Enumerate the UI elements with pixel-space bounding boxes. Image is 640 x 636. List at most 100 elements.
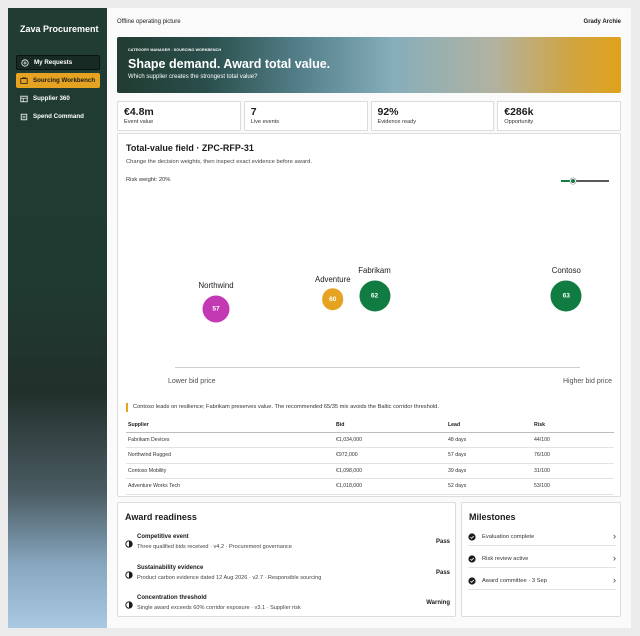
app-window: Zava Procurement My Requests Sourcing Wo…: [8, 8, 631, 628]
field-description: Change the decision weights, then inspec…: [126, 159, 312, 165]
supplier-icon: [20, 95, 28, 103]
sidebar-item-label: Sourcing Workbench: [33, 77, 96, 84]
x-axis-label-left: Lower bid price: [168, 378, 216, 385]
kpi-value: 7: [250, 106, 257, 118]
workbench-icon: [20, 76, 28, 85]
main-content: Offline operating picture Grady Archie C…: [107, 8, 631, 628]
bubble-label-fabrikam: Fabrikam: [358, 266, 391, 276]
x-axis-line: [175, 367, 580, 368]
readiness-item[interactable]: Sustainability evidence Product carbon e…: [125, 564, 450, 588]
bubble-contoso[interactable]: 63: [550, 280, 582, 312]
readiness-item-detail: Product carbon evidence dated 12 Aug 202…: [137, 575, 322, 581]
milestone-item[interactable]: Evaluation complete ›: [468, 529, 616, 546]
bubble-label-contoso: Contoso: [551, 266, 581, 276]
cell-supplier: Fabrikam Devices: [126, 432, 334, 448]
cell-risk: 31/100: [532, 463, 614, 479]
readiness-item-title: Concentration threshold: [137, 595, 207, 601]
kpi-label: Live events: [250, 119, 280, 125]
milestones-card: Milestones Evaluation complete › Risk re…: [461, 502, 621, 617]
chevron-right-icon: ›: [613, 553, 616, 563]
cell-lead: 52 days: [446, 478, 532, 495]
cell-lead: 48 days: [446, 432, 532, 448]
cell-risk: 53/100: [532, 478, 614, 495]
readiness-item-status: Warning: [426, 600, 450, 606]
award-readiness-card: Award readiness Competitive event Three …: [117, 502, 456, 617]
insight-callout: Contoso leads on resilience; Fabrikam pr…: [126, 403, 439, 412]
kpi-event-value: €4.8m Event value: [117, 101, 241, 131]
spend-icon: [20, 113, 28, 121]
hero-kicker: CATEGORY MANAGER · SOURCING WORKBENCH: [128, 48, 222, 52]
sidebar-item-spend-command[interactable]: Spend Command: [16, 109, 100, 124]
readiness-item-detail: Single award exceeds 60% corridor exposu…: [137, 605, 301, 611]
bubble-label-adventure: Adventure: [315, 274, 351, 284]
milestone-label: Risk review active: [482, 556, 529, 562]
cell-supplier: Northwind Rugged: [126, 447, 334, 464]
readiness-item-status: Pass: [435, 539, 450, 545]
column-header: Lead: [446, 419, 532, 433]
top-bar: Offline operating picture Grady Archie: [117, 19, 621, 29]
milestone-label: Award committee · 3 Sep: [482, 578, 547, 584]
total-value-field-card: Total-value field · ZPC-RFP-31 Change th…: [117, 133, 621, 497]
bubble-label-northwind: Northwind: [198, 281, 234, 291]
brand-logo-text: Zava Procurement: [20, 24, 99, 34]
milestone-item[interactable]: Risk review active ›: [468, 551, 616, 568]
bubble-adventure[interactable]: 60: [322, 288, 344, 311]
warning-circle-icon: [125, 601, 133, 609]
kpi-evidence-ready: 92% Evidence ready: [370, 101, 495, 131]
milestone-label: Evaluation complete: [482, 534, 535, 540]
value-field-chart: Lower bid price Higher bid price 57 North…: [118, 194, 622, 394]
check-filled-icon: [468, 577, 476, 585]
hero-subtitle: Which supplier creates the strongest tot…: [128, 74, 258, 80]
risk-weight-label: Risk weight: 20%: [126, 177, 171, 183]
hero-title: Shape demand. Award total value.: [128, 57, 331, 71]
kpi-label: Evidence ready: [377, 119, 417, 125]
status-text: Offline operating picture: [117, 19, 181, 25]
check-circle-icon: [125, 571, 133, 579]
chevron-right-icon: ›: [613, 575, 616, 585]
cell-bid: €1,018,000: [334, 478, 446, 495]
column-header: Bid: [334, 419, 446, 433]
field-title: Total-value field · ZPC-RFP-31: [126, 143, 254, 153]
sidebar-item-label: My Requests: [34, 59, 73, 66]
kpi-value: €4.8m: [124, 106, 154, 118]
readiness-item-status: Pass: [435, 570, 450, 576]
slider-thumb[interactable]: [570, 178, 577, 184]
bubble-fabrikam[interactable]: 62: [358, 280, 391, 312]
kpi-value: 92%: [377, 106, 399, 118]
sidebar-item-label: Spend Command: [33, 113, 84, 120]
table-row[interactable]: Northwind Rugged €972,000 57 days 76/100: [126, 447, 614, 464]
risk-weight-slider[interactable]: [561, 178, 609, 184]
table-row[interactable]: Contoso Mobility €1,098,000 39 days 31/1…: [126, 463, 614, 479]
cell-risk: 76/100: [532, 447, 614, 464]
readiness-title: Award readiness: [125, 512, 197, 522]
user-name[interactable]: Grady Archie: [584, 19, 621, 25]
x-axis-label-right: Higher bid price: [562, 378, 612, 385]
sidebar-item-supplier-360[interactable]: Supplier 360: [16, 91, 100, 106]
kpi-label: Opportunity: [504, 119, 534, 125]
column-header: Supplier: [126, 419, 334, 433]
sidebar: Zava Procurement My Requests Sourcing Wo…: [8, 8, 107, 628]
readiness-item-title: Competitive event: [137, 534, 189, 540]
readiness-item-title: Sustainability evidence: [137, 565, 204, 571]
sidebar-item-my-requests[interactable]: My Requests: [16, 55, 100, 70]
check-filled-icon: [468, 555, 476, 563]
sidebar-item-label: Supplier 360: [33, 95, 70, 102]
table-row[interactable]: Adventure Works Tech €1,018,000 52 days …: [126, 478, 614, 495]
bubble-northwind[interactable]: 57: [202, 295, 230, 323]
kpi-row: €4.8m Event value 7 Live events 92% Evid…: [117, 101, 621, 131]
table-row[interactable]: Fabrikam Devices €1,034,000 48 days 44/1…: [126, 432, 614, 448]
chevron-right-icon: ›: [613, 531, 616, 541]
cell-supplier: Adventure Works Tech: [126, 478, 334, 495]
milestones-title: Milestones: [469, 512, 516, 522]
sidebar-item-sourcing-workbench[interactable]: Sourcing Workbench: [16, 73, 100, 88]
kpi-label: Event value: [124, 119, 154, 125]
cell-risk: 44/100: [532, 432, 614, 448]
kpi-live-events: 7 Live events: [243, 101, 368, 131]
milestone-item[interactable]: Award committee · 3 Sep ›: [468, 573, 616, 590]
cell-bid: €1,034,000: [334, 432, 446, 448]
kpi-opportunity: €286k Opportunity: [497, 101, 621, 131]
check-filled-icon: [468, 533, 476, 541]
readiness-item[interactable]: Competitive event Three qualified bids r…: [125, 533, 450, 557]
supplier-table: Supplier Bid Lead Risk Fabrikam Devices …: [126, 419, 614, 495]
readiness-item[interactable]: Concentration threshold Single award exc…: [125, 594, 450, 618]
